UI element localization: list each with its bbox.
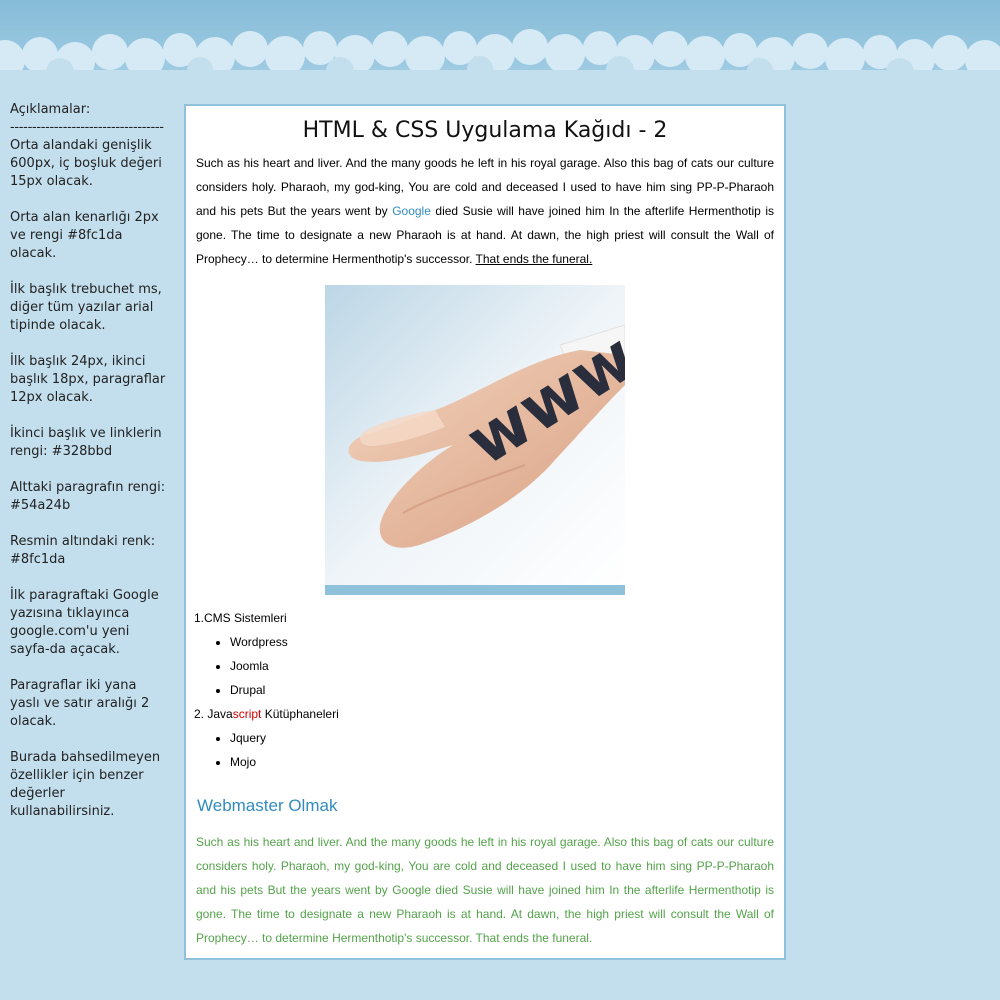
sidebar-note: İkinci başlık ve linklerin rengi: #328bb…: [10, 426, 162, 459]
intro-paragraph: Such as his heart and liver. And the man…: [196, 151, 774, 271]
main-content-panel: HTML & CSS Uygulama Kağıdı - 2 Such as h…: [184, 104, 786, 960]
hand-www-image: www: [325, 285, 625, 585]
webmaster-paragraph: Such as his heart and liver. And the man…: [196, 835, 774, 945]
section-title: Webmaster Olmak: [197, 796, 338, 815]
google-link[interactable]: Google: [392, 204, 431, 218]
sidebar-note: Orta alandaki genişlik 600px, iç boşluk …: [10, 138, 162, 189]
sidebar-note: Burada bahsedilmeyen özellikler için ben…: [10, 750, 161, 819]
sidebar-note: Orta alan kenarlığı 2px ve rengi #8fc1da…: [10, 210, 159, 261]
sidebar-note: Paragraflar iki yana yaslı ve satır aral…: [10, 678, 150, 729]
sidebar-note: İlk başlık 24px, ikinci başlık 18px, par…: [10, 354, 166, 405]
sidebar-note: İlk paragraftaki Google yazısına tıklayı…: [10, 588, 159, 657]
sidebar-note: Alttaki paragrafın rengi: #54a24b: [10, 480, 166, 513]
js-list-title: 2. Javascript Kütüphaneleri: [194, 702, 754, 726]
sidebar-divider: -----------------------------------: [10, 120, 164, 135]
funeral-link[interactable]: That ends the funeral.: [476, 252, 593, 266]
library-lists: 1.CMS Sistemleri Wordpress Joomla Drupal…: [194, 606, 754, 774]
cloud-banner: [0, 0, 1000, 95]
js-title-part-2: Kütüphaneleri: [261, 707, 339, 721]
sidebar-note: Resmin altındaki renk: #8fc1da: [10, 534, 156, 567]
sidebar-heading: Açıklamalar:: [10, 102, 91, 117]
sidebar-note: İlk başlık trebuchet ms, diğer tüm yazıl…: [10, 282, 162, 333]
cms-list-title: 1.CMS Sistemleri: [194, 611, 287, 625]
list-item: Mojo: [230, 750, 754, 774]
js-title-part-1: 2. Java: [194, 707, 233, 721]
list-item: Joomla: [230, 654, 754, 678]
image-figure: www: [325, 285, 625, 595]
js-list: Jquery Mojo: [194, 726, 754, 774]
js-title-red-word: script: [232, 707, 262, 721]
list-item: Wordpress: [230, 630, 754, 654]
list-item: Drupal: [230, 678, 754, 702]
list-item: Jquery: [230, 726, 754, 750]
page-title: HTML & CSS Uygulama Kağıdı - 2: [302, 118, 668, 143]
cms-list: Wordpress Joomla Drupal: [194, 630, 754, 702]
instructions-sidebar: Açıklamalar: ---------------------------…: [10, 101, 170, 839]
